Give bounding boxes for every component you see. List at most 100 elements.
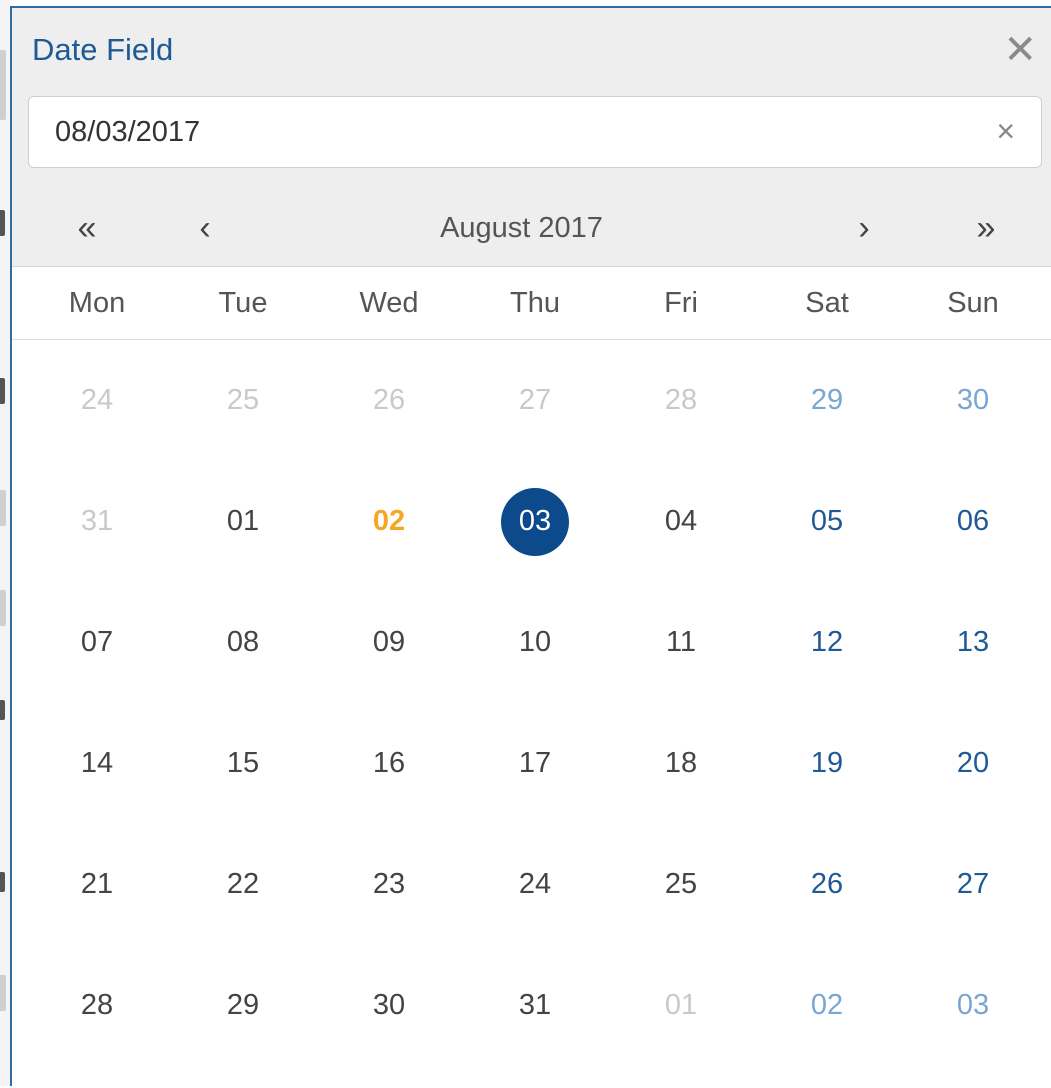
calendar-day[interactable]: 05 — [754, 461, 900, 582]
calendar-day[interactable]: 09 — [316, 582, 462, 703]
month-year-label[interactable]: August 2017 — [12, 190, 1051, 266]
next-year-button[interactable]: » — [956, 190, 1016, 266]
day-number: 28 — [80, 989, 114, 1021]
day-number: 21 — [80, 868, 114, 900]
previous-year-button[interactable]: « — [57, 190, 117, 266]
day-number: 01 — [664, 989, 698, 1021]
next-month-button[interactable]: › — [834, 190, 894, 266]
calendar-day[interactable]: 06 — [900, 461, 1046, 582]
calendar-day[interactable]: 08 — [170, 582, 316, 703]
close-icon[interactable]: ✕ — [1003, 30, 1037, 70]
weekday-wed: Wed — [359, 286, 419, 319]
date-input[interactable] — [55, 97, 955, 167]
day-number: 25 — [664, 868, 698, 900]
background-mark — [0, 590, 6, 626]
background-mark — [0, 210, 5, 236]
calendar-day[interactable]: 01 — [170, 461, 316, 582]
day-number: 08 — [226, 626, 260, 658]
calendar-day[interactable]: 11 — [608, 582, 754, 703]
calendar-day[interactable]: 10 — [462, 582, 608, 703]
day-number: 22 — [226, 868, 260, 900]
date-field-dialog: Date Field ✕ × August 2017 « ‹ › » Mon Tu… — [10, 6, 1051, 1086]
calendar-day[interactable]: 22 — [170, 824, 316, 945]
background-mark — [0, 975, 6, 1011]
day-number: 02 — [810, 989, 844, 1021]
calendar-day[interactable]: 18 — [608, 703, 754, 824]
day-number: 23 — [372, 868, 406, 900]
day-number: 06 — [956, 505, 990, 537]
day-number: 19 — [810, 747, 844, 779]
day-number: 31 — [518, 989, 552, 1021]
background-mark — [0, 50, 6, 120]
day-number: 11 — [665, 626, 697, 658]
day-number: 03 — [501, 487, 569, 556]
day-number: 01 — [226, 505, 260, 537]
weekday-mon: Mon — [68, 286, 126, 319]
day-number: 26 — [372, 384, 406, 416]
calendar-day[interactable]: 27 — [462, 340, 608, 461]
calendar-day[interactable]: 30 — [316, 945, 462, 1066]
calendar-day[interactable]: 03 — [900, 945, 1046, 1066]
day-number: 12 — [810, 626, 844, 658]
clear-input-icon[interactable]: × — [996, 113, 1015, 149]
weekday-tue: Tue — [218, 286, 268, 319]
day-number: 24 — [80, 384, 114, 416]
calendar-day[interactable]: 29 — [754, 340, 900, 461]
weekday-fri: Fri — [664, 286, 698, 319]
calendar-navigation: August 2017 « ‹ › » — [12, 190, 1051, 267]
calendar-day[interactable]: 31 — [24, 461, 170, 582]
calendar-day[interactable]: 15 — [170, 703, 316, 824]
calendar-day[interactable]: 30 — [900, 340, 1046, 461]
calendar-day[interactable]: 21 — [24, 824, 170, 945]
day-number: 24 — [518, 868, 552, 900]
day-number: 20 — [956, 747, 990, 779]
calendar-day[interactable]: 07 — [24, 582, 170, 703]
day-number: 05 — [810, 505, 844, 537]
calendar-day[interactable]: 12 — [754, 582, 900, 703]
calendar-day[interactable]: 29 — [170, 945, 316, 1066]
calendar-day[interactable]: 25 — [608, 824, 754, 945]
day-number: 17 — [518, 747, 552, 779]
calendar-day[interactable]: 14 — [24, 703, 170, 824]
day-number: 29 — [810, 384, 844, 416]
day-number: 09 — [372, 626, 406, 658]
calendar-day[interactable]: 04 — [608, 461, 754, 582]
weekday-sun: Sun — [947, 286, 999, 319]
background-mark — [0, 700, 5, 720]
calendar-day[interactable]: 25 — [170, 340, 316, 461]
calendar-day[interactable]: 24 — [24, 340, 170, 461]
calendar-day[interactable]: 19 — [754, 703, 900, 824]
selected-day[interactable]: 03 — [462, 461, 608, 582]
weekday-thu: Thu — [510, 286, 560, 319]
calendar-day[interactable]: 27 — [900, 824, 1046, 945]
calendar-day[interactable]: 16 — [316, 703, 462, 824]
day-number: 03 — [956, 989, 990, 1021]
calendar-day[interactable]: 31 — [462, 945, 608, 1066]
day-number: 14 — [80, 747, 114, 779]
calendar-day[interactable]: 17 — [462, 703, 608, 824]
background-mark — [0, 378, 5, 404]
calendar-day[interactable]: 20 — [900, 703, 1046, 824]
calendar-day[interactable]: 28 — [24, 945, 170, 1066]
calendar-day[interactable]: 02 — [754, 945, 900, 1066]
calendar-day[interactable]: 26 — [316, 340, 462, 461]
calendar-day[interactable]: 28 — [608, 340, 754, 461]
today-day[interactable]: 02 — [316, 461, 462, 582]
day-number: 16 — [372, 747, 406, 779]
day-number: 10 — [518, 626, 552, 658]
calendar-day[interactable]: 01 — [608, 945, 754, 1066]
previous-month-button[interactable]: ‹ — [175, 190, 235, 266]
background-page — [0, 0, 10, 1086]
calendar-day[interactable]: 26 — [754, 824, 900, 945]
day-number: 27 — [956, 868, 990, 900]
day-number: 26 — [810, 868, 844, 900]
calendar-day[interactable]: 13 — [900, 582, 1046, 703]
weekday-sat: Sat — [805, 286, 849, 319]
day-number: 29 — [226, 989, 260, 1021]
calendar-day[interactable]: 23 — [316, 824, 462, 945]
calendar-day[interactable]: 24 — [462, 824, 608, 945]
dialog-title: Date Field — [32, 32, 174, 67]
day-number: 07 — [80, 626, 114, 658]
date-input-container: × — [28, 96, 1042, 168]
background-mark — [0, 490, 6, 526]
